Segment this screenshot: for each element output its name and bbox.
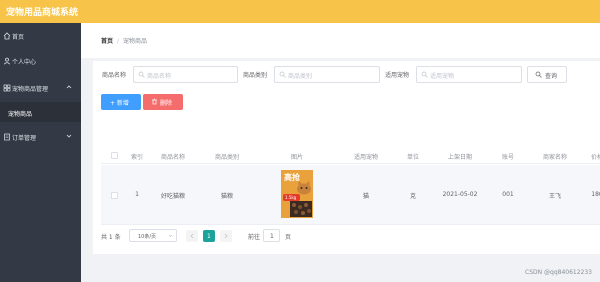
sidebar-item-label: 订单管理 [12,135,37,142]
page-size-value: 10条/页 [138,234,157,240]
name-filter-label: 商品名称 [102,72,127,79]
pagination-total: 共 1 条 [101,234,121,241]
column-header-index: 索引 [130,154,144,161]
column-header-unit: 单位 [406,154,420,161]
chevron-right-icon [224,233,228,239]
column-header-merchant: 商家名称 [542,154,568,161]
pet-search-placeholder: 适用宠物 [430,73,455,80]
search-icon [279,71,286,78]
breadcrumb-bar: 首页 / 宠物商品 [81,23,600,58]
add-button-label: + 新增 [110,100,129,107]
chevron-down-icon [168,234,173,237]
column-header-pet: 适用宠物 [353,154,379,161]
user-icon [3,57,11,65]
search-icon [138,71,145,78]
table-header: 索引 商品名称 商品类别 图片 适用宠物 单位 上架日期 账号 商家名称 价格 [101,147,600,164]
breadcrumb: 首页 / 宠物商品 [101,36,147,45]
chevron-down-icon [66,134,72,138]
category-search-placeholder: 商品类别 [288,73,313,80]
table-row[interactable]: 1 好吃猫粮 猫粮 高抢 1.5kg 猫 克 2021-05-02 001 王飞… [101,165,600,225]
next-page-button[interactable] [220,230,232,242]
column-header-account: 账号 [501,154,515,161]
cell-name: 好吃猫粮 [160,193,186,200]
sidebar-item-label: 首页 [12,34,25,41]
delete-icon [152,98,157,105]
category-search-input[interactable]: 商品类别 [274,66,380,83]
search-icon [535,71,542,78]
home-icon [3,32,11,40]
pet-filter-label: 适用宠物 [385,72,410,79]
query-button[interactable]: 查询 [527,66,567,83]
sidebar-item-label: 个人中心 [12,59,37,66]
sidebar-item-home[interactable]: 首页 [0,26,81,46]
prev-page-button[interactable] [186,230,198,242]
sidebar-item-order-management[interactable]: 订单管理 [0,127,81,147]
goto-prefix: 前往 [248,234,261,241]
cell-index: 1 [135,191,139,198]
cell-merchant: 王飞 [548,193,562,200]
product-image-tag: 1.5kg [283,194,300,201]
content-panel: 商品名称 商品名称 商品类别 商品类别 适用宠物 适用宠物 查询 + 新增 删除 [93,61,600,254]
order-icon [4,133,10,141]
main-content: 首页 / 宠物商品 商品名称 商品名称 商品类别 商品类别 适用宠物 适用宠物 查询… [81,23,600,282]
column-header-image: 图片 [290,154,304,161]
cell-date: 2021-05-02 [442,191,478,198]
goto-suffix: 页 [285,234,292,241]
top-bar: 宠物用品商城系统 [0,0,600,23]
sidebar-item-label: 宠物商品管理 [12,86,49,93]
query-button-label: 查询 [545,73,558,80]
row-checkbox[interactable] [111,192,118,199]
name-search-input[interactable]: 商品名称 [133,66,238,83]
category-filter-label: 商品类别 [243,72,268,79]
column-header-category: 商品类别 [214,154,240,161]
grid-icon [3,84,11,92]
kibble-picture-icon [290,201,312,217]
pet-search-input[interactable]: 适用宠物 [416,66,522,83]
breadcrumb-home[interactable]: 首页 [101,38,113,45]
sidebar-item-personal-center[interactable]: 个人中心 [0,51,81,71]
cat-picture-icon [297,181,311,195]
sidebar-item-pet-goods-management[interactable]: 宠物商品管理 [0,78,81,98]
cell-account: 001 [502,191,514,198]
page-number-current[interactable]: 1 [203,230,215,242]
select-all-checkbox[interactable] [111,152,118,159]
add-button[interactable]: + 新增 [101,94,141,110]
app-title: 宠物用品商城系统 [6,8,79,18]
goto-page-input[interactable]: 1 [263,229,280,242]
cell-pet: 猫 [362,193,370,200]
column-header-price: 价格 [590,154,600,161]
sidebar-subitem-pet-goods[interactable]: 宠物商品 [0,102,81,122]
delete-button-label: 删除 [160,100,173,107]
breadcrumb-current: 宠物商品 [123,38,148,45]
delete-button[interactable]: 删除 [143,94,183,110]
breadcrumb-separator: / [117,38,120,45]
column-header-name: 商品名称 [160,154,186,161]
cell-price: 180 [591,191,600,198]
watermark: CSDN @qq840612233 [525,269,592,276]
cell-category: 猫粮 [220,193,234,200]
product-image: 高抢 1.5kg [281,170,313,218]
cell-unit: 克 [409,193,417,200]
sidebar-subitem-label: 宠物商品 [8,111,33,118]
chevron-left-icon [190,233,194,239]
column-header-date: 上架日期 [447,154,473,161]
search-icon [421,71,428,78]
chevron-up-icon [66,85,72,89]
name-search-placeholder: 商品名称 [147,73,172,80]
page-size-select[interactable]: 10条/页 [129,229,177,242]
sidebar: 首页 个人中心 宠物商品管理 宠物商品 订单管理 [0,23,81,282]
